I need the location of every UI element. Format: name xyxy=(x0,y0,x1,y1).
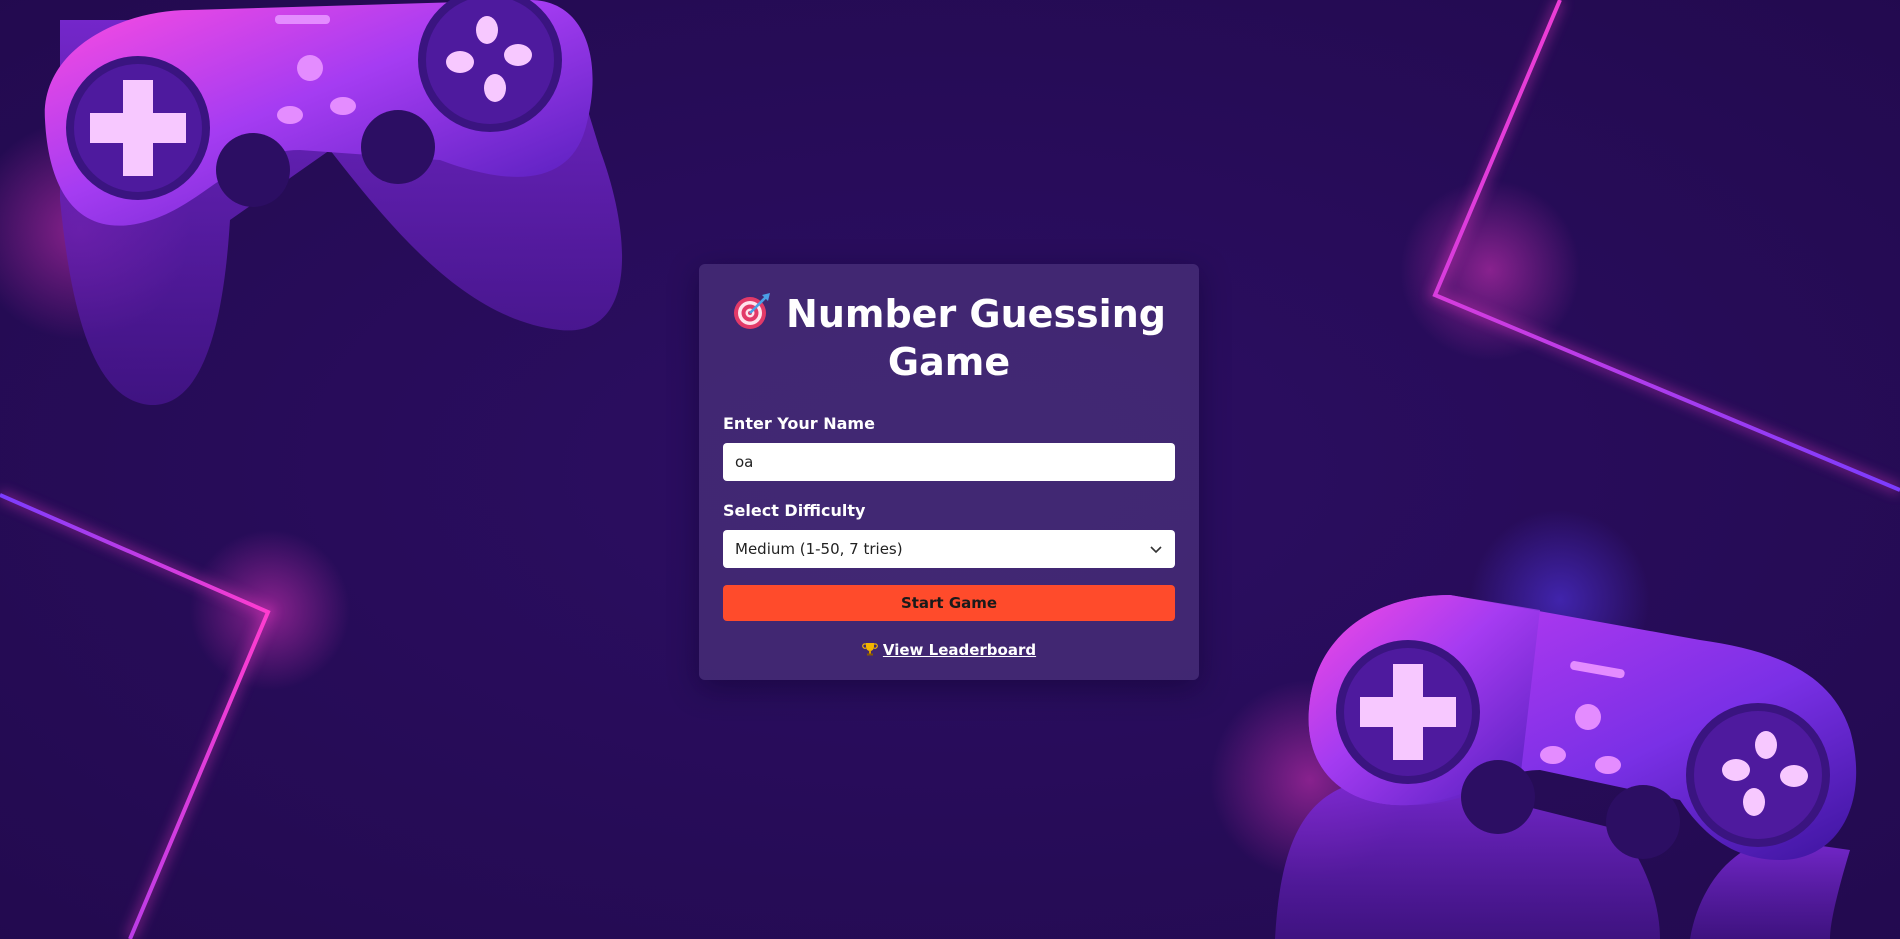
name-label: Enter Your Name xyxy=(723,414,875,433)
name-input[interactable] xyxy=(723,443,1175,481)
view-leaderboard-link[interactable]: View Leaderboard xyxy=(723,641,1175,659)
game-setup-card: Number Guessing Game Enter Your Name Sel… xyxy=(699,264,1199,680)
target-dart-icon xyxy=(734,293,771,329)
trophy-icon xyxy=(862,643,878,656)
leaderboard-label: View Leaderboard xyxy=(882,641,1037,659)
chevron-down-icon xyxy=(1150,546,1162,554)
start-game-button[interactable]: Start Game xyxy=(723,585,1175,621)
page-title: Number Guessing Game xyxy=(723,290,1175,386)
difficulty-selected-value: Medium (1-50, 7 tries) xyxy=(735,540,903,558)
difficulty-select[interactable]: Medium (1-50, 7 tries) xyxy=(723,530,1175,568)
title-text: Number Guessing Game xyxy=(786,292,1166,384)
difficulty-label: Select Difficulty xyxy=(723,501,866,520)
